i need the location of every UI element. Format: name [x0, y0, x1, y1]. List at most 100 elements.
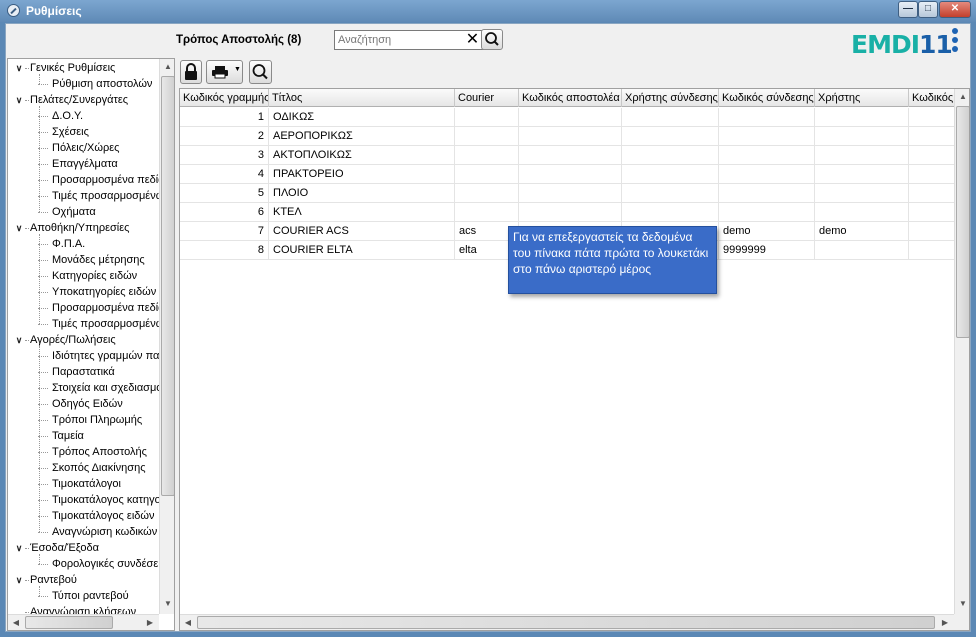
tree-item[interactable]: Τρόπος Αποστολής — [8, 444, 159, 460]
clear-search-icon[interactable]: ✕ — [464, 32, 481, 49]
table-cell[interactable]: 6 — [180, 203, 269, 222]
table-row[interactable]: 6 ΚΤΕΛ — [180, 203, 954, 222]
tree-group[interactable]: ∨ Γενικές Ρυθμίσεις — [8, 60, 159, 76]
column-header[interactable]: Κωδικός — [909, 89, 954, 107]
column-header[interactable]: Courier — [455, 89, 519, 107]
table-cell[interactable] — [909, 184, 954, 203]
column-header[interactable]: Χρήστης σύνδεσης — [622, 89, 719, 107]
table-cell[interactable] — [622, 108, 719, 127]
table-cell[interactable] — [455, 184, 519, 203]
tree-group[interactable]: ∨ Αγορές/Πωλήσεις — [8, 332, 159, 348]
table-cell[interactable] — [815, 184, 909, 203]
table-cell[interactable] — [519, 184, 622, 203]
table-cell[interactable] — [815, 241, 909, 260]
expand-chevron-icon[interactable]: ∨ — [13, 540, 25, 556]
scroll-right-icon[interactable]: ▶ — [142, 615, 158, 630]
table-cell[interactable]: ΑΕΡΟΠΟΡΙΚΩΣ — [269, 127, 455, 146]
table-cell[interactable]: COURIER ELTA — [269, 241, 455, 260]
column-header[interactable]: Κωδικός αποστολέα — [519, 89, 622, 107]
tree-item[interactable]: Φ.Π.Α. — [8, 236, 159, 252]
table-cell[interactable] — [909, 146, 954, 165]
table-cell[interactable] — [815, 108, 909, 127]
grid-vertical-scrollbar[interactable]: ▲ ▼ — [954, 89, 969, 614]
table-cell[interactable] — [519, 146, 622, 165]
tree-item[interactable]: Τιμοκατάλογος ειδών — [8, 508, 159, 524]
table-cell[interactable] — [455, 108, 519, 127]
table-cell[interactable]: demo — [719, 222, 815, 241]
tree-item[interactable]: Παραστατικά — [8, 364, 159, 380]
tree-item[interactable]: Κατηγορίες ειδών — [8, 268, 159, 284]
chevron-down-icon[interactable]: ▼ — [234, 66, 241, 73]
grid-search-button[interactable] — [249, 60, 272, 84]
tree-item[interactable]: Υποκατηγορίες ειδών — [8, 284, 159, 300]
tree-hscroll-thumb[interactable] — [25, 616, 113, 629]
tree-vertical-scrollbar[interactable]: ▲ ▼ — [159, 59, 174, 614]
expand-chevron-icon[interactable]: ∨ — [13, 332, 25, 348]
minimize-button[interactable]: — — [898, 1, 918, 18]
table-cell[interactable] — [909, 241, 954, 260]
table-cell[interactable] — [455, 165, 519, 184]
table-cell[interactable] — [622, 203, 719, 222]
scroll-down-icon[interactable]: ▼ — [160, 596, 174, 612]
table-cell[interactable]: 5 — [180, 184, 269, 203]
table-cell[interactable] — [815, 203, 909, 222]
expand-chevron-icon[interactable]: ∨ — [13, 60, 25, 76]
table-cell[interactable]: 3 — [180, 146, 269, 165]
tree-item[interactable]: Τύποι ραντεβού — [8, 588, 159, 604]
table-cell[interactable] — [622, 127, 719, 146]
table-cell[interactable]: 7 — [180, 222, 269, 241]
table-cell[interactable] — [519, 108, 622, 127]
tree-horizontal-scrollbar[interactable]: ◀ ▶ — [8, 614, 159, 630]
table-cell[interactable]: ΠΛΟΙΟ — [269, 184, 455, 203]
table-cell[interactable]: 1 — [180, 108, 269, 127]
table-cell[interactable]: 8 — [180, 241, 269, 260]
table-cell[interactable]: ΚΤΕΛ — [269, 203, 455, 222]
scroll-up-icon[interactable]: ▲ — [955, 89, 969, 105]
table-cell[interactable] — [719, 108, 815, 127]
table-cell[interactable] — [719, 203, 815, 222]
scroll-down-icon[interactable]: ▼ — [955, 596, 969, 612]
table-cell[interactable] — [719, 165, 815, 184]
table-cell[interactable] — [719, 146, 815, 165]
scroll-up-icon[interactable]: ▲ — [160, 59, 174, 75]
search-input[interactable] — [335, 31, 459, 49]
grid-scroll-thumb[interactable] — [956, 106, 969, 338]
table-cell[interactable] — [622, 165, 719, 184]
table-cell[interactable] — [519, 127, 622, 146]
tree-item[interactable]: Οδηγός Ειδών — [8, 396, 159, 412]
table-cell[interactable] — [519, 203, 622, 222]
grid-hscroll-thumb[interactable] — [197, 616, 935, 629]
scroll-left-icon[interactable]: ◀ — [180, 615, 196, 630]
table-cell[interactable]: demo — [815, 222, 909, 241]
table-cell[interactable]: 2 — [180, 127, 269, 146]
tree-item[interactable]: Στοιχεία και σχεδιασμός — [8, 380, 159, 396]
lock-button[interactable] — [180, 60, 202, 84]
tree-item[interactable]: Τρόποι Πληρωμής — [8, 412, 159, 428]
expand-chevron-icon[interactable]: ∨ — [13, 92, 25, 108]
table-cell[interactable]: 9999999 — [719, 241, 815, 260]
more-menu-icon[interactable] — [951, 28, 959, 54]
column-header[interactable]: Κωδικός σύνδεσης — [719, 89, 815, 107]
tree-item[interactable]: Ρύθμιση αποστολών — [8, 76, 159, 92]
table-row[interactable]: 3 ΑΚΤΟΠΛΟΙΚΩΣ — [180, 146, 954, 165]
table-cell[interactable] — [719, 127, 815, 146]
table-cell[interactable] — [909, 203, 954, 222]
tree-group[interactable]: Αναγνώριση κλήσεων — [8, 604, 159, 614]
table-cell[interactable]: COURIER ACS — [269, 222, 455, 241]
tree-item[interactable]: Πόλεις/Χώρες — [8, 140, 159, 156]
table-cell[interactable] — [909, 108, 954, 127]
scroll-left-icon[interactable]: ◀ — [8, 615, 24, 630]
table-cell[interactable]: ΟΔΙΚΩΣ — [269, 108, 455, 127]
tree-item[interactable]: Δ.Ο.Υ. — [8, 108, 159, 124]
table-cell[interactable] — [909, 165, 954, 184]
table-cell[interactable] — [815, 165, 909, 184]
table-cell[interactable] — [909, 222, 954, 241]
grid-horizontal-scrollbar[interactable]: ◀ ▶ — [180, 614, 954, 630]
tree-group[interactable]: ∨ Ραντεβού — [8, 572, 159, 588]
table-cell[interactable] — [815, 146, 909, 165]
column-header[interactable]: Κωδικός γραμμής — [180, 89, 269, 107]
expand-chevron-icon[interactable]: ∨ — [13, 220, 25, 236]
table-row[interactable]: 4 ΠΡΑΚΤΟΡΕΙΟ — [180, 165, 954, 184]
table-cell[interactable] — [622, 146, 719, 165]
tree-item[interactable]: Οχήματα — [8, 204, 159, 220]
